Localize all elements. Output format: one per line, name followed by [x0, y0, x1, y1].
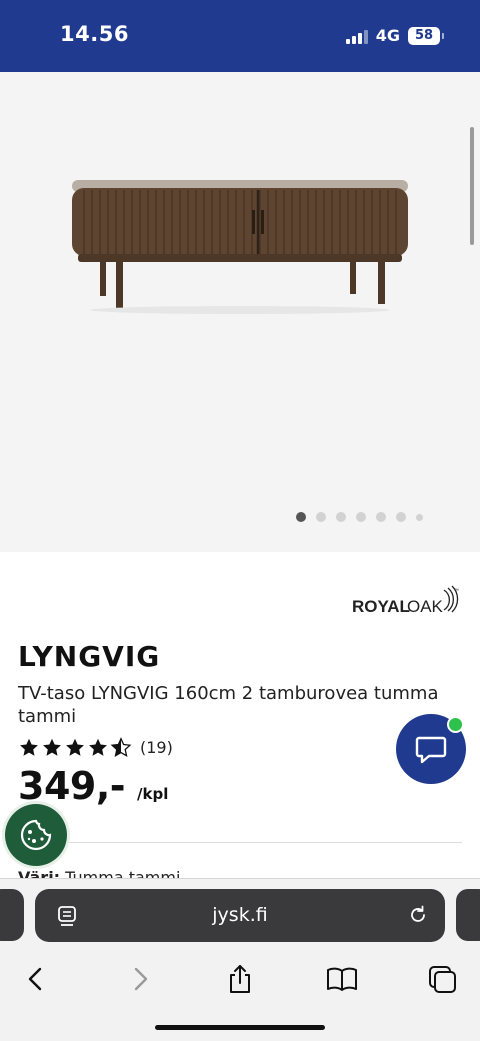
gallery-dot[interactable]: [376, 512, 386, 522]
network-type: 4G: [375, 26, 400, 45]
address-bar[interactable]: jysk.fi: [35, 889, 445, 942]
home-indicator[interactable]: [155, 1025, 325, 1030]
product-image-gallery[interactable]: [0, 72, 480, 552]
review-count[interactable]: (19): [140, 738, 173, 757]
star-icon: [43, 738, 61, 756]
bookmarks-icon: [327, 967, 357, 991]
product-image: [72, 180, 408, 314]
gallery-dot[interactable]: [336, 512, 346, 522]
star-icon: [66, 738, 84, 756]
gallery-dot[interactable]: [296, 512, 306, 522]
tabs-button[interactable]: [422, 959, 462, 999]
forward-button[interactable]: [120, 959, 160, 999]
previous-tab[interactable]: [0, 889, 24, 941]
status-time: 14.56: [60, 22, 129, 46]
product-title: LYNGVIG: [18, 640, 161, 673]
price-unit: /kpl: [137, 785, 169, 803]
share-icon: [230, 965, 250, 993]
online-indicator: [447, 716, 464, 733]
scroll-indicator: [470, 127, 474, 245]
svg-text:OAK: OAK: [407, 597, 444, 616]
status-bar: 14.56 4G 58: [0, 0, 480, 72]
status-indicators: 4G 58: [345, 26, 444, 45]
cookie-icon: [20, 819, 52, 851]
share-button[interactable]: [220, 959, 260, 999]
chat-icon: [415, 736, 447, 764]
brand-logo: ROYAL OAK ™: [352, 584, 462, 622]
section-divider: [18, 842, 462, 843]
back-icon: [28, 967, 42, 991]
tabs-icon: [429, 966, 456, 993]
half-star-icon: [110, 737, 132, 758]
reload-icon[interactable]: [407, 904, 429, 926]
price-amount: 349,-: [18, 764, 126, 808]
forward-icon: [134, 967, 148, 991]
url-text[interactable]: jysk.fi: [35, 904, 445, 926]
signal-icon: [345, 28, 368, 44]
gallery-dot[interactable]: [316, 512, 326, 522]
star-icon: [89, 738, 107, 756]
chat-button[interactable]: [396, 714, 466, 784]
bookmarks-button[interactable]: [322, 959, 362, 999]
cookie-settings-button[interactable]: [5, 804, 67, 866]
gallery-dot[interactable]: [416, 513, 423, 521]
back-button[interactable]: [16, 959, 56, 999]
battery-icon: 58: [408, 26, 444, 45]
browser-chrome: jysk.fi: [0, 878, 480, 1041]
rating-stars: [18, 737, 132, 758]
svg-text:ROYAL: ROYAL: [352, 597, 410, 616]
svg-text:™: ™: [454, 588, 459, 594]
browser-toolbar: [0, 959, 480, 999]
product-rating[interactable]: (19): [18, 737, 173, 758]
next-tab[interactable]: [456, 889, 480, 941]
product-price: 349,- /kpl: [18, 764, 168, 808]
star-icon: [20, 738, 38, 756]
gallery-pagination[interactable]: [296, 512, 423, 522]
gallery-dot[interactable]: [396, 512, 406, 522]
app-root: 14.56 4G 58 ROYAL OAK ™ LYNGVIG TV-taso …: [0, 0, 480, 1041]
gallery-dot[interactable]: [356, 512, 366, 522]
product-description: TV-taso LYNGVIG 160cm 2 tamburovea tumma…: [18, 683, 439, 727]
